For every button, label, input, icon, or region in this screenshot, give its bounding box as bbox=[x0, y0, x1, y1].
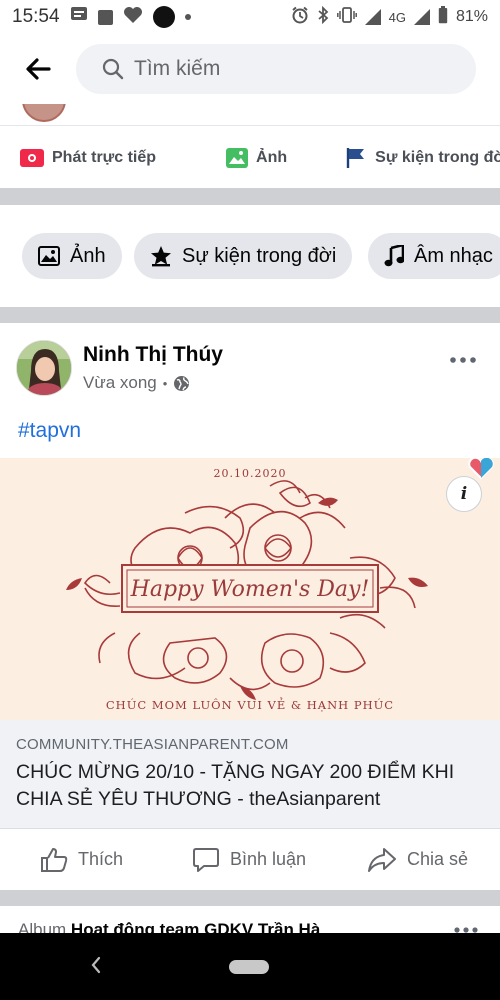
vibrate-icon bbox=[336, 6, 357, 28]
section-divider bbox=[0, 890, 500, 906]
flag-icon bbox=[346, 148, 365, 168]
separator-dot: • bbox=[162, 375, 168, 391]
share-button[interactable]: Chia sẻ bbox=[367, 847, 468, 873]
post-options-button[interactable] bbox=[450, 343, 476, 369]
heart-notification-icon bbox=[123, 6, 143, 29]
info-button[interactable]: i bbox=[446, 476, 482, 512]
circle-notification-icon bbox=[152, 6, 175, 28]
chip-life-event[interactable]: Sự kiện trong đời bbox=[134, 233, 353, 279]
search-box[interactable] bbox=[76, 44, 476, 94]
image-banner-text: Happy Women's Day! bbox=[130, 577, 370, 602]
link-preview-meta[interactable]: COMMUNITY.THEASIANPARENT.COM CHÚC MỪNG 2… bbox=[0, 720, 500, 828]
system-back-button[interactable] bbox=[88, 955, 104, 975]
photo-icon bbox=[38, 246, 60, 266]
search-header bbox=[0, 34, 500, 104]
life-event-label: Sự kiện trong đời bbox=[375, 149, 500, 166]
live-video-button[interactable]: Phát trực tiếp bbox=[20, 149, 156, 167]
chip-life-event-label: Sự kiện trong đời bbox=[182, 244, 337, 267]
image-caption: CHÚC MOM LUÔN VUI VẺ & HẠNH PHÚC bbox=[106, 697, 394, 712]
system-navigation-bar bbox=[0, 933, 500, 1000]
womens-day-illustration: 20.10.2020 Happy Women's Day! CHÚC MOM L… bbox=[0, 458, 500, 720]
avatar bbox=[22, 104, 66, 122]
status-time: 15:54 bbox=[12, 6, 60, 27]
network-type: 4G bbox=[388, 9, 406, 25]
chips-row: Ảnh Sự kiện trong đời Âm nhạc bbox=[0, 205, 500, 307]
section-divider bbox=[0, 307, 500, 323]
post-time: Vừa xong bbox=[83, 373, 157, 392]
author-photo bbox=[17, 341, 71, 395]
more-notifications-icon bbox=[184, 14, 191, 20]
chip-music-label: Âm nhạc bbox=[414, 244, 493, 267]
alarm-icon bbox=[291, 6, 309, 29]
message-notification-icon bbox=[70, 6, 88, 28]
feed-post: Ninh Thị Thúy Vừa xong • #tapvn 20.10.20… bbox=[0, 323, 500, 890]
search-icon bbox=[102, 58, 124, 80]
link-domain: COMMUNITY.THEASIANPARENT.COM bbox=[16, 736, 289, 753]
photo-label: Ảnh bbox=[256, 149, 288, 166]
cell-signal-icon bbox=[413, 9, 430, 25]
back-arrow-icon bbox=[26, 58, 51, 80]
post-author[interactable]: Ninh Thị Thúy bbox=[83, 343, 223, 367]
link-title: CHÚC MỪNG 20/10 - TẶNG NGAY 200 ĐIỂM KHI… bbox=[16, 761, 455, 810]
battery-level: 81% bbox=[455, 8, 488, 25]
more-icon bbox=[450, 357, 476, 363]
chip-photo-label: Ảnh bbox=[70, 244, 106, 267]
composer-actions: Phát trực tiếp Ảnh Sự kiện trong đời bbox=[0, 128, 500, 188]
star-icon bbox=[151, 246, 171, 267]
life-event-button[interactable]: Sự kiện trong đời bbox=[345, 147, 500, 169]
previous-section-edge bbox=[0, 104, 500, 126]
comment-label: Bình luận bbox=[230, 849, 307, 869]
thumbs-up-icon bbox=[41, 847, 68, 872]
live-video-icon bbox=[20, 149, 44, 167]
post-hashtag[interactable]: #tapvn bbox=[18, 419, 81, 443]
photo-icon bbox=[226, 148, 249, 168]
system-home-button[interactable] bbox=[229, 960, 269, 974]
author-avatar[interactable] bbox=[16, 340, 72, 396]
photo-button[interactable]: Ảnh bbox=[226, 148, 287, 168]
chip-music[interactable]: Âm nhạc bbox=[368, 233, 500, 279]
post-action-bar: Thích Bình luận Chia sẻ bbox=[0, 828, 500, 890]
battery-icon bbox=[438, 5, 448, 29]
share-icon bbox=[368, 847, 396, 872]
share-label: Chia sẻ bbox=[407, 849, 469, 869]
link-preview-image[interactable]: 20.10.2020 Happy Women's Day! CHÚC MOM L… bbox=[0, 458, 500, 720]
section-divider bbox=[0, 188, 500, 205]
like-label: Thích bbox=[78, 849, 124, 869]
back-button[interactable] bbox=[16, 47, 60, 91]
image-date: 20.10.2020 bbox=[214, 467, 287, 480]
bluetooth-icon bbox=[317, 5, 329, 29]
search-input[interactable] bbox=[134, 57, 434, 81]
comment-button[interactable]: Bình luận bbox=[192, 847, 306, 873]
chip-photo[interactable]: Ảnh bbox=[22, 233, 122, 279]
live-video-label: Phát trực tiếp bbox=[52, 149, 157, 166]
status-bar: 15:54 4G 81% bbox=[0, 0, 500, 34]
comment-icon bbox=[193, 847, 219, 872]
globe-icon bbox=[174, 375, 190, 391]
music-note-icon bbox=[384, 245, 404, 267]
post-meta: Vừa xong • bbox=[83, 373, 190, 393]
notification-square-icon bbox=[97, 9, 113, 25]
wifi-signal-icon bbox=[364, 9, 381, 25]
like-button[interactable]: Thích bbox=[40, 847, 123, 873]
